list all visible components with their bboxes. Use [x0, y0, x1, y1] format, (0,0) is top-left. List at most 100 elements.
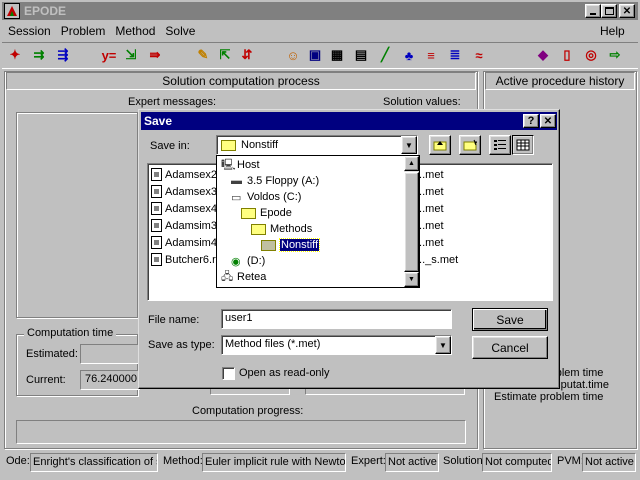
file-item-right[interactable]: ...met: [416, 183, 458, 200]
file-item-right[interactable]: ...met: [416, 200, 458, 217]
file-item[interactable]: Butcher6.r: [151, 251, 217, 268]
method-save-icon[interactable]: ⇵: [236, 44, 258, 66]
folder-icon: [241, 207, 256, 219]
scroll-up-icon: ▲: [408, 160, 415, 167]
up-folder-icon: [433, 141, 447, 151]
history-item: Estimate problem time: [494, 391, 604, 403]
ode-label: Ode:: [6, 455, 30, 467]
open-problem-icon[interactable]: ⇉: [28, 44, 50, 66]
dropdown-item[interactable]: Nonstiff: [217, 237, 404, 253]
save-as-type-dropdown[interactable]: Method files (*.met) ▼: [221, 335, 452, 355]
file-item-right[interactable]: ...met: [416, 234, 458, 251]
new-problem-icon[interactable]: ✦: [4, 44, 26, 66]
chevron-down-icon[interactable]: ▼: [435, 336, 451, 354]
save-in-dropdown-list[interactable]: 🖳 Host ▬ 3.5 Floppy (A:) ▭ Voldos (C:) Epode Me…: [216, 155, 420, 288]
scroll-up-button[interactable]: ▲: [404, 156, 419, 171]
help-icon: ?: [527, 115, 535, 127]
minimize-button[interactable]: [585, 4, 601, 18]
main-title-bar[interactable]: EPODE ✕: [2, 2, 638, 20]
run-icon[interactable]: ⇛: [144, 44, 166, 66]
dropdown-item[interactable]: 🖧 Retea: [217, 269, 404, 285]
file-item[interactable]: Adamsim3: [151, 217, 217, 234]
details-view-button[interactable]: [512, 135, 534, 155]
file-icon: [151, 253, 162, 266]
tree-icon[interactable]: ♣: [398, 44, 420, 66]
current-value: 76.240000: [80, 370, 140, 390]
dropdown-item[interactable]: Methods: [217, 221, 404, 237]
up-one-level-button[interactable]: [429, 135, 451, 155]
file-name: Adamsex2: [165, 168, 217, 181]
dialog-help-button[interactable]: ?: [523, 114, 539, 128]
person-icon[interactable]: ☺: [282, 44, 304, 66]
table-large-icon[interactable]: ▤: [350, 44, 372, 66]
stripes-red-icon[interactable]: ≡: [420, 44, 442, 66]
close-icon: ✕: [543, 115, 553, 127]
dropdown-item[interactable]: Epode: [217, 205, 404, 221]
compile-icon[interactable]: ⇲: [120, 44, 142, 66]
expert-messages-label: Expert messages:: [128, 96, 217, 108]
ode-value: Enright's classification of st: [30, 453, 158, 472]
menu-problem[interactable]: Problem: [61, 24, 106, 38]
file-item-right[interactable]: ...met: [416, 166, 458, 183]
method-value: Euler implicit rule with Newton: [202, 453, 346, 472]
save-in-dropdown[interactable]: Nonstiff ▼: [216, 135, 418, 155]
dropdown-item-label: 3.5 Floppy (A:): [247, 175, 320, 187]
menu-help[interactable]: Help: [600, 24, 625, 38]
estimated-label: Estimated:: [26, 348, 78, 360]
computation-progress-bar: [16, 420, 466, 444]
stripes-blue-icon[interactable]: ≣: [444, 44, 466, 66]
file-icon: [151, 168, 162, 181]
save-dialog-title-bar[interactable]: Save ? ✕: [141, 112, 557, 130]
edit-equation-icon[interactable]: y=: [98, 44, 120, 66]
pencil-icon[interactable]: ✎: [192, 44, 214, 66]
exit-icon[interactable]: ⇨: [604, 44, 626, 66]
target-icon[interactable]: ◎: [580, 44, 602, 66]
epode-window: { "window": { "title": "EPODE" }, "menu"…: [0, 0, 640, 480]
dropdown-item[interactable]: 🖳 Host: [217, 157, 404, 173]
save-as-type-label: Save as type:: [148, 339, 215, 351]
file-item[interactable]: Adamsex3: [151, 183, 217, 200]
history-panel-title: Active procedure history: [485, 72, 635, 90]
book-icon[interactable]: ▯: [556, 44, 578, 66]
close-window-button[interactable]: ✕: [619, 4, 635, 18]
method-edit-icon[interactable]: ⇱: [214, 44, 236, 66]
menu-method[interactable]: Method: [115, 24, 155, 38]
file-item[interactable]: Adamsex4: [151, 200, 217, 217]
file-name: Adamsim4: [165, 236, 217, 249]
file-item[interactable]: Adamsim4: [151, 234, 217, 251]
chevron-down-icon[interactable]: ▼: [401, 136, 417, 154]
file-item[interactable]: Adamsex2: [151, 166, 217, 183]
save-button[interactable]: Save: [472, 308, 548, 331]
dropdown-item-label: (D:): [247, 255, 266, 267]
dropdown-item[interactable]: ◉ (D:): [217, 253, 404, 269]
cancel-button[interactable]: Cancel: [472, 336, 548, 359]
diamond-icon[interactable]: ◆: [532, 44, 554, 66]
list-view-button[interactable]: [489, 135, 511, 155]
save-as-type-value: Method files (*.met): [225, 338, 321, 350]
menu-solve[interactable]: Solve: [165, 24, 195, 38]
graph-icon[interactable]: ╱: [374, 44, 396, 66]
computer-icon[interactable]: ▣: [304, 44, 326, 66]
menu-session[interactable]: Session: [8, 24, 51, 38]
solution-label: Solution:: [443, 455, 486, 467]
save-problem-icon[interactable]: ⇶: [52, 44, 74, 66]
hard-drive-icon: ▭: [231, 191, 242, 204]
dropdown-item[interactable]: ▭ Voldos (C:): [217, 189, 404, 205]
cd-drive-icon: ◉: [231, 255, 241, 268]
dialog-close-button[interactable]: ✕: [540, 114, 556, 128]
dropdown-item[interactable]: ▬ 3.5 Floppy (A:): [217, 173, 404, 189]
file-name-input[interactable]: user1: [221, 309, 452, 329]
scrollbar-thumb[interactable]: [404, 172, 419, 272]
scroll-down-button[interactable]: ▼: [404, 272, 419, 287]
file-icon: [151, 202, 162, 215]
table-small-icon[interactable]: ▦: [326, 44, 348, 66]
app-logo-icon[interactable]: [4, 3, 20, 19]
maximize-button[interactable]: [601, 4, 617, 18]
dropdown-scrollbar[interactable]: ▲ ▼: [404, 156, 419, 287]
computer-icon: 🖳: [221, 158, 236, 171]
waves-icon[interactable]: ≈: [468, 44, 490, 66]
create-new-folder-button[interactable]: [459, 135, 481, 155]
file-item-right[interactable]: ..._s.met: [416, 251, 458, 268]
file-item-right[interactable]: ...met: [416, 217, 458, 234]
read-only-checkbox[interactable]: [222, 367, 235, 380]
